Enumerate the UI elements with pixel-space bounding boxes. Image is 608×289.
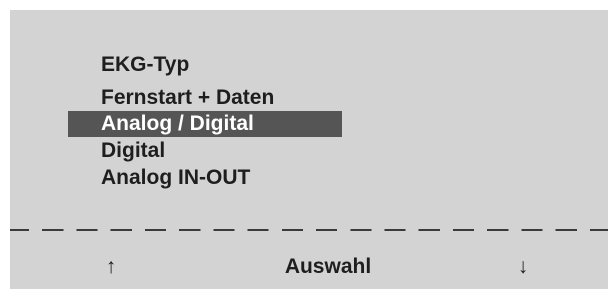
up-arrow-softkey[interactable]: ↑ [96, 254, 126, 280]
down-arrow-icon: ↓ [517, 255, 529, 278]
device-screen: EKG-Typ Fernstart + Daten Analog / Digit… [10, 10, 608, 289]
menu-item-fernstart-daten[interactable]: Fernstart + Daten [101, 85, 274, 111]
menu-item-label: Digital [101, 139, 166, 162]
menu-title: EKG-Typ [101, 53, 190, 76]
up-arrow-icon: ↑ [105, 255, 117, 278]
select-softkey[interactable]: Auswahl [268, 254, 388, 280]
menu-item-analog-in-out[interactable]: Analog IN-OUT [101, 165, 250, 191]
menu-item-label: Analog IN-OUT [101, 166, 251, 189]
softkey-divider [10, 229, 608, 231]
down-arrow-softkey[interactable]: ↓ [508, 254, 538, 280]
menu-item-digital[interactable]: Digital [101, 138, 165, 164]
menu-item-analog-digital[interactable]: Analog / Digital [101, 111, 254, 137]
menu-item-label: Fernstart + Daten [101, 86, 275, 109]
menu-item-label: Analog / Digital [101, 112, 254, 135]
